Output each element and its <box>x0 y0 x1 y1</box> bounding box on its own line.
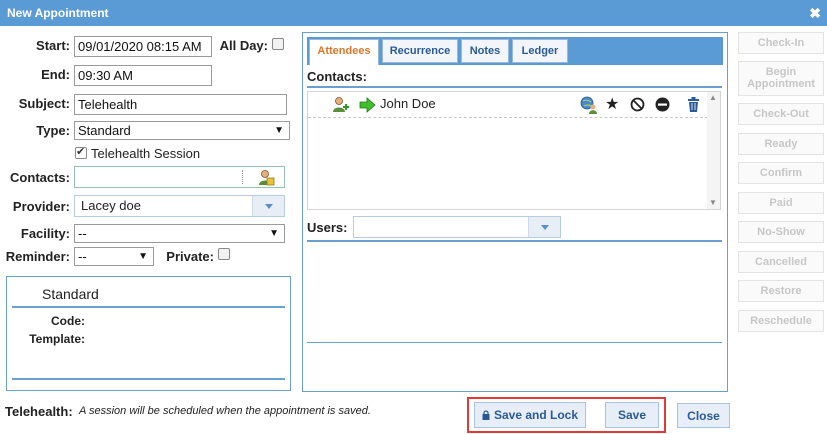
users-combo[interactable] <box>353 216 561 238</box>
reminder-select-value: -- <box>78 249 87 264</box>
chevron-down-icon: ▼ <box>269 228 279 239</box>
tab-ledger[interactable]: Ledger <box>512 39 568 63</box>
chevron-down-icon[interactable] <box>252 196 284 216</box>
scroll-down-icon[interactable]: ▼ <box>709 198 717 207</box>
save-and-lock-button[interactable]: Save and Lock <box>474 402 586 428</box>
begin-appointment-line2: Appointment <box>747 78 815 90</box>
contacts-scrollbar[interactable]: ▲ ▼ <box>707 92 720 209</box>
telehealth-footer-label: Telehealth: <box>5 404 73 419</box>
restore-button[interactable]: Restore <box>738 280 824 302</box>
list-item[interactable]: John Doe ★ <box>308 92 708 118</box>
save-button[interactable]: Save <box>605 402 659 428</box>
tab-recurrence[interactable]: Recurrence <box>382 39 458 63</box>
begin-appointment-line1: Begin <box>765 66 797 78</box>
confirm-button[interactable]: Confirm <box>738 162 824 184</box>
cancelled-button[interactable]: Cancelled <box>738 251 824 273</box>
provider-label: Provider: <box>12 199 70 214</box>
private-checkbox[interactable] <box>218 248 230 260</box>
contact-lookup-icon[interactable] <box>257 169 275 187</box>
remove-icon[interactable] <box>655 97 670 112</box>
reminder-select[interactable]: -- ▼ <box>74 247 154 266</box>
contacts-input[interactable] <box>74 166 285 188</box>
allday-checkbox[interactable] <box>272 38 284 50</box>
chevron-down-icon: ▼ <box>274 125 284 136</box>
facility-select[interactable]: -- ▼ <box>74 224 285 243</box>
add-contact-icon <box>333 97 349 112</box>
check-out-button[interactable]: Check-Out <box>738 103 824 125</box>
arrow-right-icon <box>359 97 376 113</box>
close-icon[interactable]: ✖ <box>809 0 821 26</box>
contact-name: John Doe <box>380 96 436 111</box>
save-and-lock-label: Save and Lock <box>493 408 579 422</box>
tab-attendees[interactable]: Attendees <box>309 39 379 65</box>
start-label: Start: <box>36 38 70 53</box>
contacts-list: John Doe ★ ▲ ▼ <box>307 91 721 210</box>
telehealth-checkbox[interactable] <box>75 145 87 159</box>
star-icon[interactable]: ★ <box>605 94 619 114</box>
window-titlebar: New Appointment ✖ <box>0 0 827 26</box>
block-icon[interactable] <box>630 97 645 112</box>
begin-appointment-button[interactable]: Begin Appointment <box>738 61 824 96</box>
end-input[interactable]: 09:30 AM <box>74 65 212 86</box>
users-label: Users: <box>307 220 348 235</box>
ready-button[interactable]: Ready <box>738 133 824 155</box>
type-select-value: Standard <box>78 123 131 138</box>
type-select[interactable]: Standard ▼ <box>74 121 290 140</box>
facility-label: Facility: <box>20 226 70 241</box>
facility-select-value: -- <box>78 226 87 241</box>
reschedule-button[interactable]: Reschedule <box>738 310 824 332</box>
attendees-contacts-label: Contacts: <box>307 69 367 84</box>
provider-value: Lacey doe <box>81 198 141 213</box>
type-detail-panel: Standard Code: Template: <box>6 276 291 391</box>
allday-label: All Day: <box>219 38 268 53</box>
telehealth-session-label: Telehealth Session <box>91 146 201 161</box>
paid-button[interactable]: Paid <box>738 192 824 214</box>
code-label: Code: <box>51 314 85 328</box>
scroll-up-icon[interactable]: ▲ <box>709 93 717 102</box>
chevron-down-icon: ▼ <box>138 251 148 262</box>
contacts-label: Contacts: <box>10 170 70 185</box>
start-input[interactable]: 09/01/2020 08:15 AM <box>74 36 212 57</box>
check-in-button[interactable]: Check-In <box>738 32 824 54</box>
reminder-label: Reminder: <box>5 249 70 264</box>
telehealth-globe-icon[interactable] <box>580 96 598 114</box>
tab-notes[interactable]: Notes <box>461 39 509 63</box>
close-button[interactable]: Close <box>677 403 730 428</box>
telehealth-footer-note: A session will be scheduled when the app… <box>79 405 371 417</box>
provider-combo[interactable]: Lacey doe <box>74 195 285 217</box>
chevron-down-icon[interactable] <box>528 217 560 237</box>
subject-input[interactable]: Telehealth <box>74 94 287 115</box>
end-label: End: <box>41 67 70 82</box>
trash-icon[interactable] <box>687 97 700 112</box>
subject-label: Subject: <box>18 96 70 111</box>
private-label: Private: <box>166 249 214 264</box>
lock-icon <box>482 410 490 420</box>
type-detail-title: Standard <box>42 286 99 302</box>
window-title: New Appointment <box>7 6 109 20</box>
template-label: Template: <box>29 332 85 346</box>
no-show-button[interactable]: No-Show <box>738 221 824 243</box>
type-label: Type: <box>36 123 70 138</box>
